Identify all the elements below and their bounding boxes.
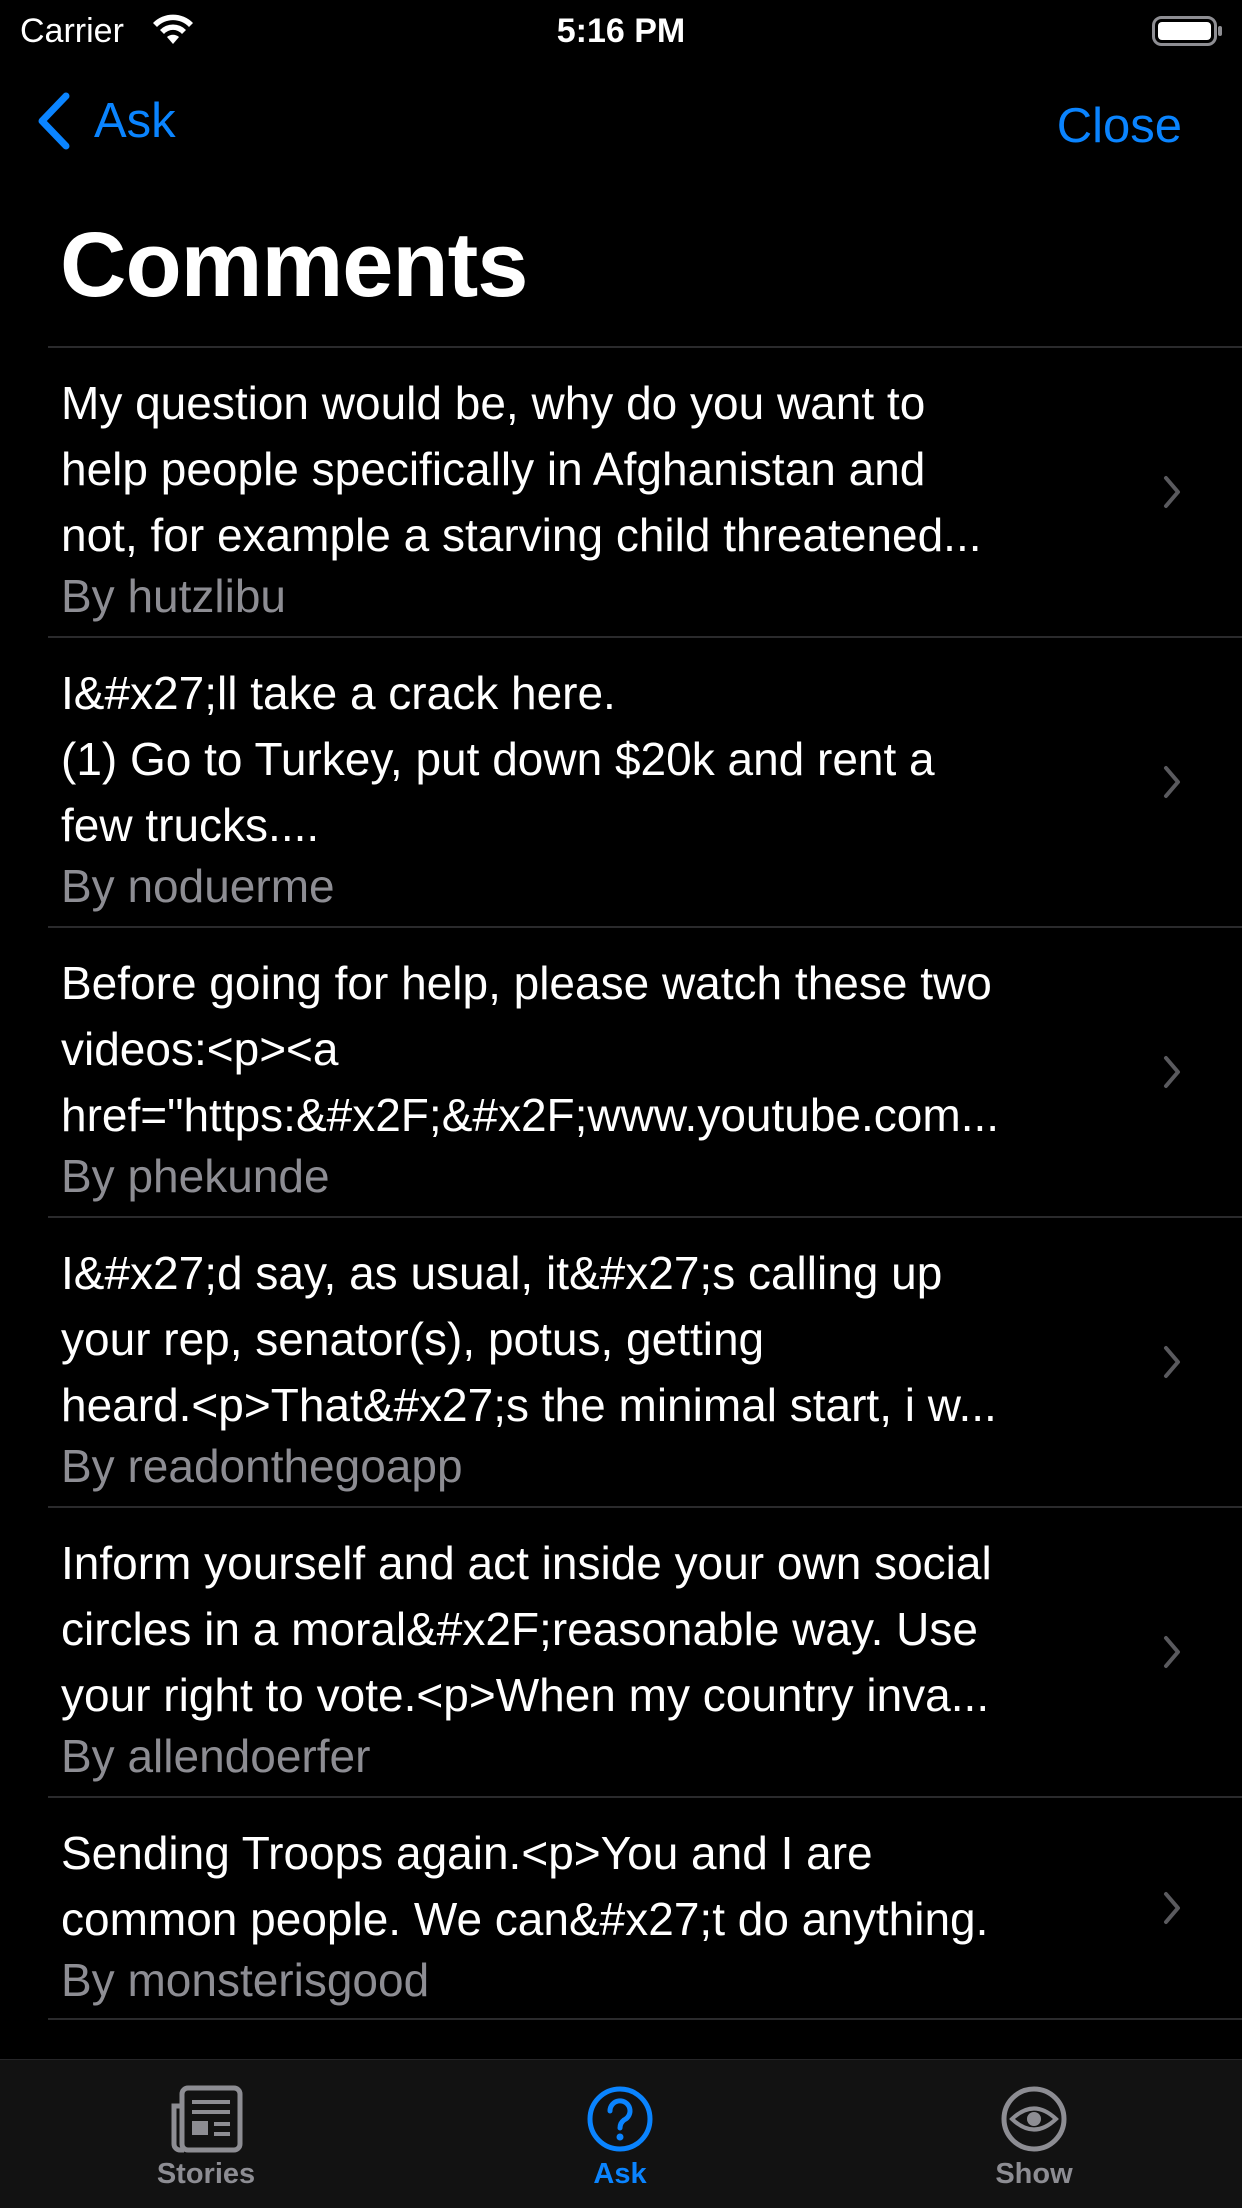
back-button-label: Ask bbox=[94, 94, 176, 148]
comment-author: By allendoerfer bbox=[61, 1730, 371, 1782]
page-title: Comments bbox=[60, 214, 528, 316]
newspaper-icon bbox=[171, 2085, 243, 2153]
chevron-right-icon bbox=[1164, 476, 1180, 508]
chevron-right-icon bbox=[1164, 766, 1180, 798]
chevron-right-icon bbox=[1164, 1056, 1180, 1088]
battery-icon bbox=[1152, 16, 1222, 46]
comment-author: By readonthegoapp bbox=[61, 1440, 463, 1492]
comment-text: Inform yourself and act inside your own … bbox=[61, 1537, 992, 1721]
comment-row[interactable]: Inform yourself and act inside your own … bbox=[48, 1506, 1242, 1796]
status-bar: Carrier 5:16 PM bbox=[0, 0, 1242, 62]
back-button[interactable]: Ask bbox=[34, 92, 176, 150]
tab-ask[interactable]: Ask bbox=[520, 2060, 720, 2208]
comment-author: By noduerme bbox=[61, 860, 335, 912]
tab-show[interactable]: Show bbox=[934, 2060, 1134, 2208]
comment-author: By monsterisgood bbox=[61, 1954, 430, 2006]
comment-row[interactable]: Before going for help, please watch thes… bbox=[48, 926, 1242, 1216]
comment-list: My question would be, why do you want to… bbox=[48, 346, 1242, 2020]
chevron-left-icon bbox=[38, 92, 70, 150]
close-button[interactable]: Close bbox=[1057, 98, 1182, 154]
tab-stories-label: Stories bbox=[156, 2158, 256, 2190]
chevron-right-icon bbox=[1164, 1636, 1180, 1668]
tab-bar: Stories Ask Show bbox=[0, 2059, 1242, 2208]
comment-text: I&#x27;d say, as usual, it&#x27;s callin… bbox=[61, 1247, 997, 1431]
eye-icon bbox=[1001, 2086, 1067, 2152]
comment-author: By hutzlibu bbox=[61, 570, 287, 622]
comment-row[interactable]: Sending Troops again.<p>You and I are co… bbox=[48, 1796, 1242, 2020]
question-circle-icon bbox=[587, 2086, 653, 2152]
chevron-right-icon bbox=[1164, 1346, 1180, 1378]
comment-row[interactable]: I&#x27;d say, as usual, it&#x27;s callin… bbox=[48, 1216, 1242, 1506]
comment-row[interactable]: I&#x27;ll take a crack here. (1) Go to T… bbox=[48, 636, 1242, 926]
comment-text: My question would be, why do you want to… bbox=[61, 377, 982, 561]
navigation-bar: Ask Close bbox=[0, 82, 1242, 172]
comment-text: Sending Troops again.<p>You and I are co… bbox=[61, 1827, 989, 1945]
tab-show-label: Show bbox=[995, 2158, 1073, 2190]
comment-text: Before going for help, please watch thes… bbox=[61, 957, 1000, 1141]
comment-row[interactable]: My question would be, why do you want to… bbox=[48, 346, 1242, 636]
comment-author: By phekunde bbox=[61, 1150, 330, 1202]
tab-stories[interactable]: Stories bbox=[106, 2060, 306, 2208]
chevron-right-icon bbox=[1164, 1892, 1180, 1924]
comment-text: I&#x27;ll take a crack here. (1) Go to T… bbox=[61, 667, 935, 851]
status-time: 5:16 PM bbox=[556, 12, 686, 50]
tab-ask-label: Ask bbox=[593, 2158, 647, 2190]
